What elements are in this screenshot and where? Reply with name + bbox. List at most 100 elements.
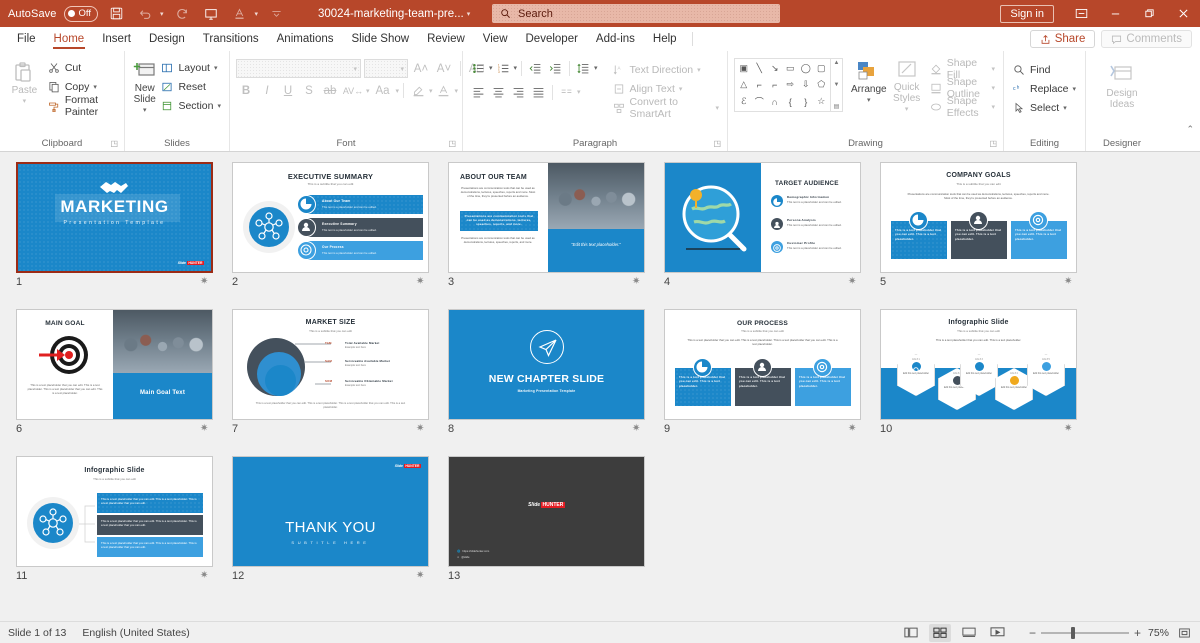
increase-indent-icon[interactable]: [546, 59, 565, 77]
shape-fill-caret-icon[interactable]: ▾: [991, 65, 995, 73]
slide-thumbnail-10[interactable]: Infographic Slide This is a subtitle tha…: [880, 309, 1096, 456]
shape-rounded-rectangle-icon[interactable]: ▢: [814, 60, 830, 77]
shape-scribble-icon[interactable]: ℰ: [736, 93, 752, 110]
tab-home[interactable]: Home: [45, 27, 94, 51]
slide-3-animation-icon[interactable]: ✷: [632, 276, 640, 287]
character-spacing-button[interactable]: AV↔: [341, 81, 365, 100]
paste-button[interactable]: Paste ▾: [6, 57, 43, 107]
drawing-dialog-launcher-icon[interactable]: ◳: [989, 139, 997, 148]
shape-arc-icon[interactable]: ⌒: [752, 93, 768, 110]
slide-5-animation-icon[interactable]: ✷: [1064, 276, 1072, 287]
tab-view[interactable]: View: [474, 27, 517, 51]
shapes-gallery[interactable]: ▣ ╲ ↘ ▭ ◯ ▢ △ ⌐ ⌐ ⇨ ⇩ ⬠ ℰ ⌒ ∩ { } ☆: [734, 58, 831, 112]
slide-thumbnail-13[interactable]: Slide HUNTER 🌐 https://slidehunter.com ✦ …: [448, 456, 664, 603]
shape-right-arrow-icon[interactable]: ⇨: [783, 77, 799, 94]
normal-view-icon[interactable]: [900, 624, 922, 642]
tab-design[interactable]: Design: [140, 27, 194, 51]
shape-down-arrow-icon[interactable]: ⇩: [798, 77, 814, 94]
tab-file[interactable]: File: [8, 27, 45, 51]
shape-textbox-icon[interactable]: ▣: [736, 60, 752, 77]
align-right-icon[interactable]: [509, 83, 528, 101]
increase-font-size-icon[interactable]: A˄: [411, 59, 431, 78]
shapes-scroll-down-icon[interactable]: ▼: [834, 82, 840, 88]
numbered-list-icon[interactable]: 1 23: [494, 59, 513, 77]
undo-dropdown-caret-icon[interactable]: ▾: [160, 10, 164, 18]
convert-smartart-caret-icon[interactable]: ▾: [715, 104, 719, 112]
tab-slide-show[interactable]: Slide Show: [343, 27, 419, 51]
character-spacing-caret-icon[interactable]: ▾: [366, 87, 370, 95]
highlight-caret-icon[interactable]: ▾: [429, 87, 433, 95]
decrease-indent-icon[interactable]: [526, 59, 545, 77]
collapse-ribbon-icon[interactable]: ⌃: [1186, 124, 1194, 135]
strikethrough-button[interactable]: ab: [320, 81, 340, 100]
slide-sorter-pane[interactable]: MARKETING Presentation Template Slide HUN…: [0, 152, 1200, 621]
replace-caret-icon[interactable]: ▾: [1073, 85, 1077, 93]
align-center-icon[interactable]: [489, 83, 508, 101]
slide-thumbnail-11[interactable]: Infographic Slide This is a subtitle tha…: [16, 456, 232, 603]
arrange-button[interactable]: Arrange ▾: [851, 58, 887, 106]
bold-button[interactable]: B: [236, 81, 256, 100]
shapes-gallery-expand-icon[interactable]: ▤: [834, 103, 840, 110]
slide-11-animation-icon[interactable]: ✷: [200, 570, 208, 581]
clipboard-dialog-launcher-icon[interactable]: ◳: [110, 139, 118, 148]
font-color-ribbon-caret-icon[interactable]: ▾: [455, 87, 459, 95]
ribbon-display-options-icon[interactable]: [1064, 0, 1098, 27]
font-dialog-launcher-icon[interactable]: ◳: [448, 139, 456, 148]
autosave-toggle[interactable]: Off: [63, 5, 99, 22]
slide-thumbnail-6[interactable]: MAIN GOAL This is a text placeholder tha…: [16, 309, 232, 456]
slide-sorter-view-icon[interactable]: [928, 623, 951, 642]
shape-outline-caret-icon[interactable]: ▾: [991, 84, 995, 92]
minimize-icon[interactable]: [1098, 0, 1132, 27]
bulleted-list-icon[interactable]: [469, 59, 488, 77]
underline-button[interactable]: U: [278, 81, 298, 100]
zoom-slider[interactable]: − +: [1029, 626, 1141, 640]
line-spacing-caret-icon[interactable]: ▾: [594, 64, 598, 72]
shape-pentagon-icon[interactable]: ⬠: [814, 77, 830, 94]
slide-thumbnail-5[interactable]: COMPANY GOALS This is a subtitle that yo…: [880, 162, 1096, 309]
slide-4-animation-icon[interactable]: ✷: [848, 276, 856, 287]
redo-icon[interactable]: [171, 3, 193, 25]
reading-view-icon[interactable]: [958, 624, 980, 642]
start-presentation-icon[interactable]: [200, 3, 222, 25]
share-button[interactable]: Share: [1029, 30, 1096, 48]
align-text-caret-icon[interactable]: ▾: [679, 85, 683, 93]
reset-button[interactable]: Reset: [158, 77, 223, 96]
cut-button[interactable]: Cut: [45, 58, 118, 77]
tab-help[interactable]: Help: [644, 27, 686, 51]
slide-thumbnail-7[interactable]: MARKET SIZE This is a subtitle that you …: [232, 309, 448, 456]
tab-developer[interactable]: Developer: [517, 27, 587, 51]
slide-10-animation-icon[interactable]: ✷: [1064, 423, 1072, 434]
justify-icon[interactable]: [529, 83, 548, 101]
new-slide-caret-icon[interactable]: ▾: [143, 105, 147, 116]
arrange-caret-icon[interactable]: ▾: [867, 95, 871, 106]
text-shadow-button[interactable]: S: [299, 81, 319, 100]
shape-oval-icon[interactable]: ◯: [798, 60, 814, 77]
quick-styles-caret-icon[interactable]: ▾: [905, 104, 909, 115]
change-case-button[interactable]: Aa: [371, 81, 395, 100]
select-button[interactable]: Select ▾: [1010, 98, 1078, 117]
font-color-dropdown-caret-icon[interactable]: ▾: [255, 10, 259, 18]
fit-slide-to-window-icon[interactable]: [1176, 625, 1192, 641]
format-painter-button[interactable]: Format Painter: [45, 94, 118, 118]
zoom-level[interactable]: 75%: [1148, 627, 1169, 639]
slide-thumbnail-9[interactable]: OUR PROCESS This is a subtitle that you …: [664, 309, 880, 456]
font-name-input[interactable]: ▾: [236, 59, 361, 78]
tab-transitions[interactable]: Transitions: [194, 27, 268, 51]
shape-elbow-connector-icon[interactable]: ⌐: [752, 77, 768, 94]
layout-button[interactable]: Layout ▾: [158, 58, 223, 77]
slide-12-animation-icon[interactable]: ✷: [416, 570, 424, 581]
restore-icon[interactable]: [1132, 0, 1166, 27]
zoom-knob[interactable]: [1070, 626, 1075, 639]
shape-curve-icon[interactable]: ∩: [767, 93, 783, 110]
copy-caret-icon[interactable]: ▾: [93, 83, 97, 91]
replace-button[interactable]: ᶜb Replace ▾: [1010, 79, 1078, 98]
decrease-font-size-icon[interactable]: A˅: [434, 59, 454, 78]
find-button[interactable]: Find: [1010, 60, 1078, 79]
slide-thumbnail-4[interactable]: TARGET AUDIENCE Demographic Information …: [664, 162, 880, 309]
align-left-icon[interactable]: [469, 83, 488, 101]
zoom-in-button[interactable]: +: [1134, 626, 1141, 640]
shape-left-brace-icon[interactable]: {: [783, 93, 799, 110]
language-indicator[interactable]: English (United States): [82, 627, 189, 639]
slide-thumbnail-12[interactable]: Slide HUNTER THANK YOU SUBTITLE HERE 12 ✷: [232, 456, 448, 603]
slide-6-animation-icon[interactable]: ✷: [200, 423, 208, 434]
